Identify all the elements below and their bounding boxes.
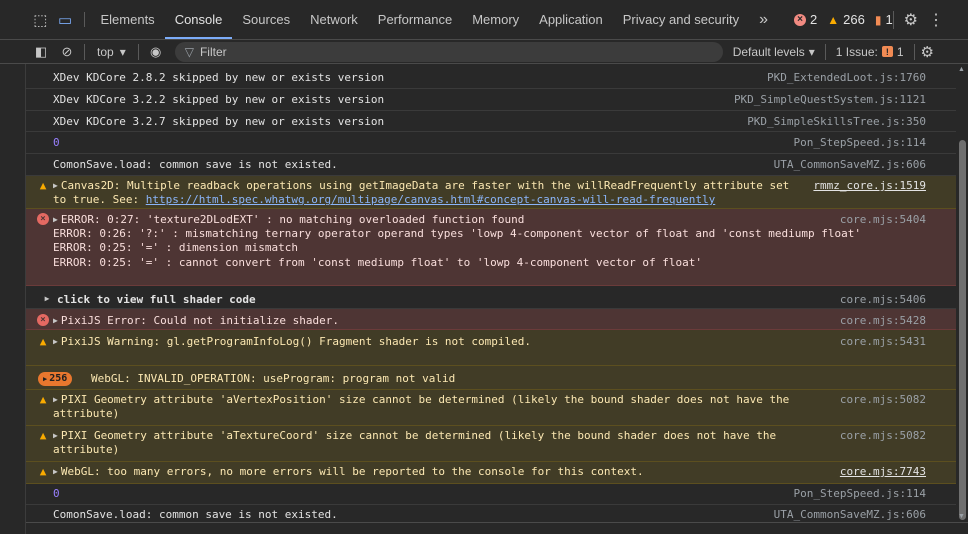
- toolbar-divider: [824, 43, 826, 60]
- left-rail: [0, 64, 26, 534]
- spec-link[interactable]: https://html.spec.whatwg.org/multipage/c…: [146, 193, 716, 206]
- tabbar-divider: [892, 10, 894, 29]
- tab-memory[interactable]: Memory: [462, 0, 529, 39]
- console-warning[interactable]: ▲ ▶ WebGL: too many errors, no more error…: [26, 462, 956, 484]
- console-group[interactable]: ▶ click to view full shader code core.mj…: [26, 286, 956, 309]
- console-error[interactable]: × ▶ ERROR: 0:27: 'texture2DLodEXT' : no m…: [26, 209, 956, 286]
- console-error[interactable]: × ▶ PixiJS Error: Could not initialize sh…: [26, 309, 956, 330]
- error-icon: ×: [794, 13, 806, 26]
- scrollbar-thumb[interactable]: [959, 140, 966, 520]
- tab-performance[interactable]: Performance: [368, 0, 462, 39]
- console-warning[interactable]: ▲ ▶ Canvas2D: Multiple readback operation…: [26, 176, 956, 209]
- scroll-down-icon[interactable]: ▼: [958, 513, 965, 520]
- message-source-link[interactable]: core.mjs:5082: [840, 393, 926, 407]
- expand-caret-icon[interactable]: ▶: [53, 181, 58, 190]
- console-toolbar: ◧ ⊘ top▾ ◉ ▽ Default levels▾ 1 Issue:!1 …: [0, 40, 968, 64]
- message-source-link[interactable]: rmmz_core.js:1519: [813, 179, 926, 193]
- expand-caret-icon[interactable]: ▶: [53, 337, 58, 346]
- expand-caret-icon[interactable]: ▶: [53, 215, 58, 224]
- tab-application[interactable]: Application: [529, 0, 613, 39]
- console-warning[interactable]: ▲ ▶ PIXI Geometry attribute 'aTextureCoor…: [26, 426, 956, 462]
- message-source-link[interactable]: core.mjs:5406: [840, 293, 926, 307]
- warning-icon: ▲: [39, 392, 47, 406]
- warning-icon: ▲: [39, 334, 47, 348]
- message-source-link[interactable]: PKD_SimpleQuestSystem.js:1121: [734, 93, 926, 107]
- clear-console-icon[interactable]: ⊘: [54, 44, 80, 60]
- expand-caret-icon[interactable]: ▶: [41, 292, 53, 304]
- live-expression-eye-icon[interactable]: ◉: [143, 44, 169, 60]
- issue-flag-icon: ▮: [874, 12, 882, 27]
- warning-icon: ▲: [39, 428, 47, 442]
- warning-count[interactable]: ▲ 266: [827, 12, 865, 27]
- console-message[interactable]: ComonSave.load: common save is not exist…: [26, 154, 956, 176]
- customize-menu-icon[interactable]: ⋮: [928, 10, 944, 30]
- expand-caret-icon[interactable]: ▶: [53, 316, 58, 325]
- toolbar-divider: [913, 43, 915, 60]
- issues-button[interactable]: 1 Issue:! 1: [830, 45, 910, 59]
- message-source-link[interactable]: Pon_StepSpeed.js:114: [794, 487, 926, 501]
- tabbar-divider: [83, 12, 85, 27]
- console-message[interactable]: XDev KDCore 3.2.2 skipped by new or exis…: [26, 89, 956, 111]
- expand-caret-icon[interactable]: ▶: [43, 372, 47, 386]
- inspect-element-icon[interactable]: ⬚: [28, 0, 53, 39]
- message-source-link[interactable]: core.mjs:5082: [840, 429, 926, 443]
- console-warning[interactable]: ▲ ▶ PixiJS Warning: gl.getProgramInfoLog(…: [26, 330, 956, 366]
- chevron-down-icon: ▾: [119, 44, 126, 59]
- console-message[interactable]: ComonSave.load: common save is not exist…: [26, 505, 956, 522]
- console-message[interactable]: XDev KDCore 2.8.2 skipped by new or exis…: [26, 68, 956, 89]
- warning-icon: ▲: [39, 464, 47, 478]
- more-tabs-icon[interactable]: »: [749, 0, 778, 39]
- console-settings-gear-icon[interactable]: ⚙: [921, 43, 934, 61]
- console-warning[interactable]: ▲ ▶ PIXI Geometry attribute 'aVertexPosit…: [26, 390, 956, 426]
- issue-count[interactable]: ▮ 1: [875, 12, 893, 27]
- filter-input[interactable]: [199, 44, 680, 59]
- issue-flag-icon: !: [881, 46, 893, 57]
- console-messages: XDev KDCore 2.8.2 skipped by new or exis…: [26, 64, 956, 522]
- context-selector[interactable]: top ▾: [89, 45, 134, 59]
- message-source-link[interactable]: core.mjs:5428: [840, 314, 926, 328]
- toolbar-divider: [84, 43, 85, 60]
- message-source-link[interactable]: core.mjs:5431: [840, 335, 926, 349]
- message-source-link[interactable]: Pon_StepSpeed.js:114: [794, 136, 926, 150]
- settings-gear-icon[interactable]: ⚙: [904, 10, 918, 30]
- message-source-link[interactable]: UTA_CommonSaveMZ.js:606: [774, 158, 926, 172]
- message-source-link[interactable]: core.mjs:7743: [840, 465, 926, 479]
- error-icon: ×: [37, 314, 49, 326]
- filter-box[interactable]: ▽: [174, 41, 723, 62]
- bottom-drawer-strip: [26, 522, 968, 534]
- tab-privacy-security[interactable]: Privacy and security: [613, 0, 749, 39]
- error-count[interactable]: × 2: [794, 12, 817, 27]
- sidebar-toggle-icon[interactable]: ◧: [28, 44, 54, 60]
- console-warning[interactable]: ▶ 256 WebGL: INVALID_OPERATION: useProgra…: [26, 366, 956, 390]
- message-source-link[interactable]: PKD_ExtendedLoot.js:1760: [767, 71, 926, 85]
- console-scrollbar[interactable]: ▲ ▼: [956, 64, 968, 522]
- message-source-link[interactable]: core.mjs:5404: [840, 213, 926, 227]
- tab-elements[interactable]: Elements: [90, 0, 164, 39]
- console-message[interactable]: 0 Pon_StepSpeed.js:114: [26, 484, 956, 505]
- console-message[interactable]: 0 Pon_StepSpeed.js:114: [26, 132, 956, 154]
- chevron-down-icon: ▾: [808, 44, 815, 59]
- expand-caret-icon[interactable]: ▶: [53, 467, 58, 476]
- tab-console[interactable]: Console: [164, 0, 233, 39]
- device-toolbar-icon[interactable]: ▭: [53, 0, 78, 39]
- toolbar-divider: [137, 43, 139, 60]
- expand-caret-icon[interactable]: ▶: [53, 395, 58, 404]
- warning-icon: ▲: [39, 178, 47, 192]
- repeat-count-badge: ▶ 256: [38, 372, 73, 386]
- error-icon: ×: [37, 213, 49, 225]
- scroll-up-icon[interactable]: ▲: [958, 66, 965, 73]
- filter-funnel-icon: ▽: [184, 44, 194, 59]
- log-levels-dropdown[interactable]: Default levels ▾: [733, 45, 815, 59]
- message-source-link[interactable]: UTA_CommonSaveMZ.js:606: [774, 508, 926, 522]
- warning-icon: ▲: [827, 12, 840, 27]
- expand-caret-icon[interactable]: ▶: [53, 431, 58, 440]
- console-message[interactable]: XDev KDCore 3.2.7 skipped by new or exis…: [26, 111, 956, 132]
- issue-counters[interactable]: × 2 ▲ 266 ▮ 1: [794, 0, 893, 39]
- message-source-link[interactable]: PKD_SimpleSkillsTree.js:350: [747, 115, 926, 129]
- tab-sources[interactable]: Sources: [232, 0, 300, 39]
- tab-network[interactable]: Network: [300, 0, 368, 39]
- devtools-tabbar: ⬚ ▭ Elements Console Sources Network Per…: [0, 0, 968, 40]
